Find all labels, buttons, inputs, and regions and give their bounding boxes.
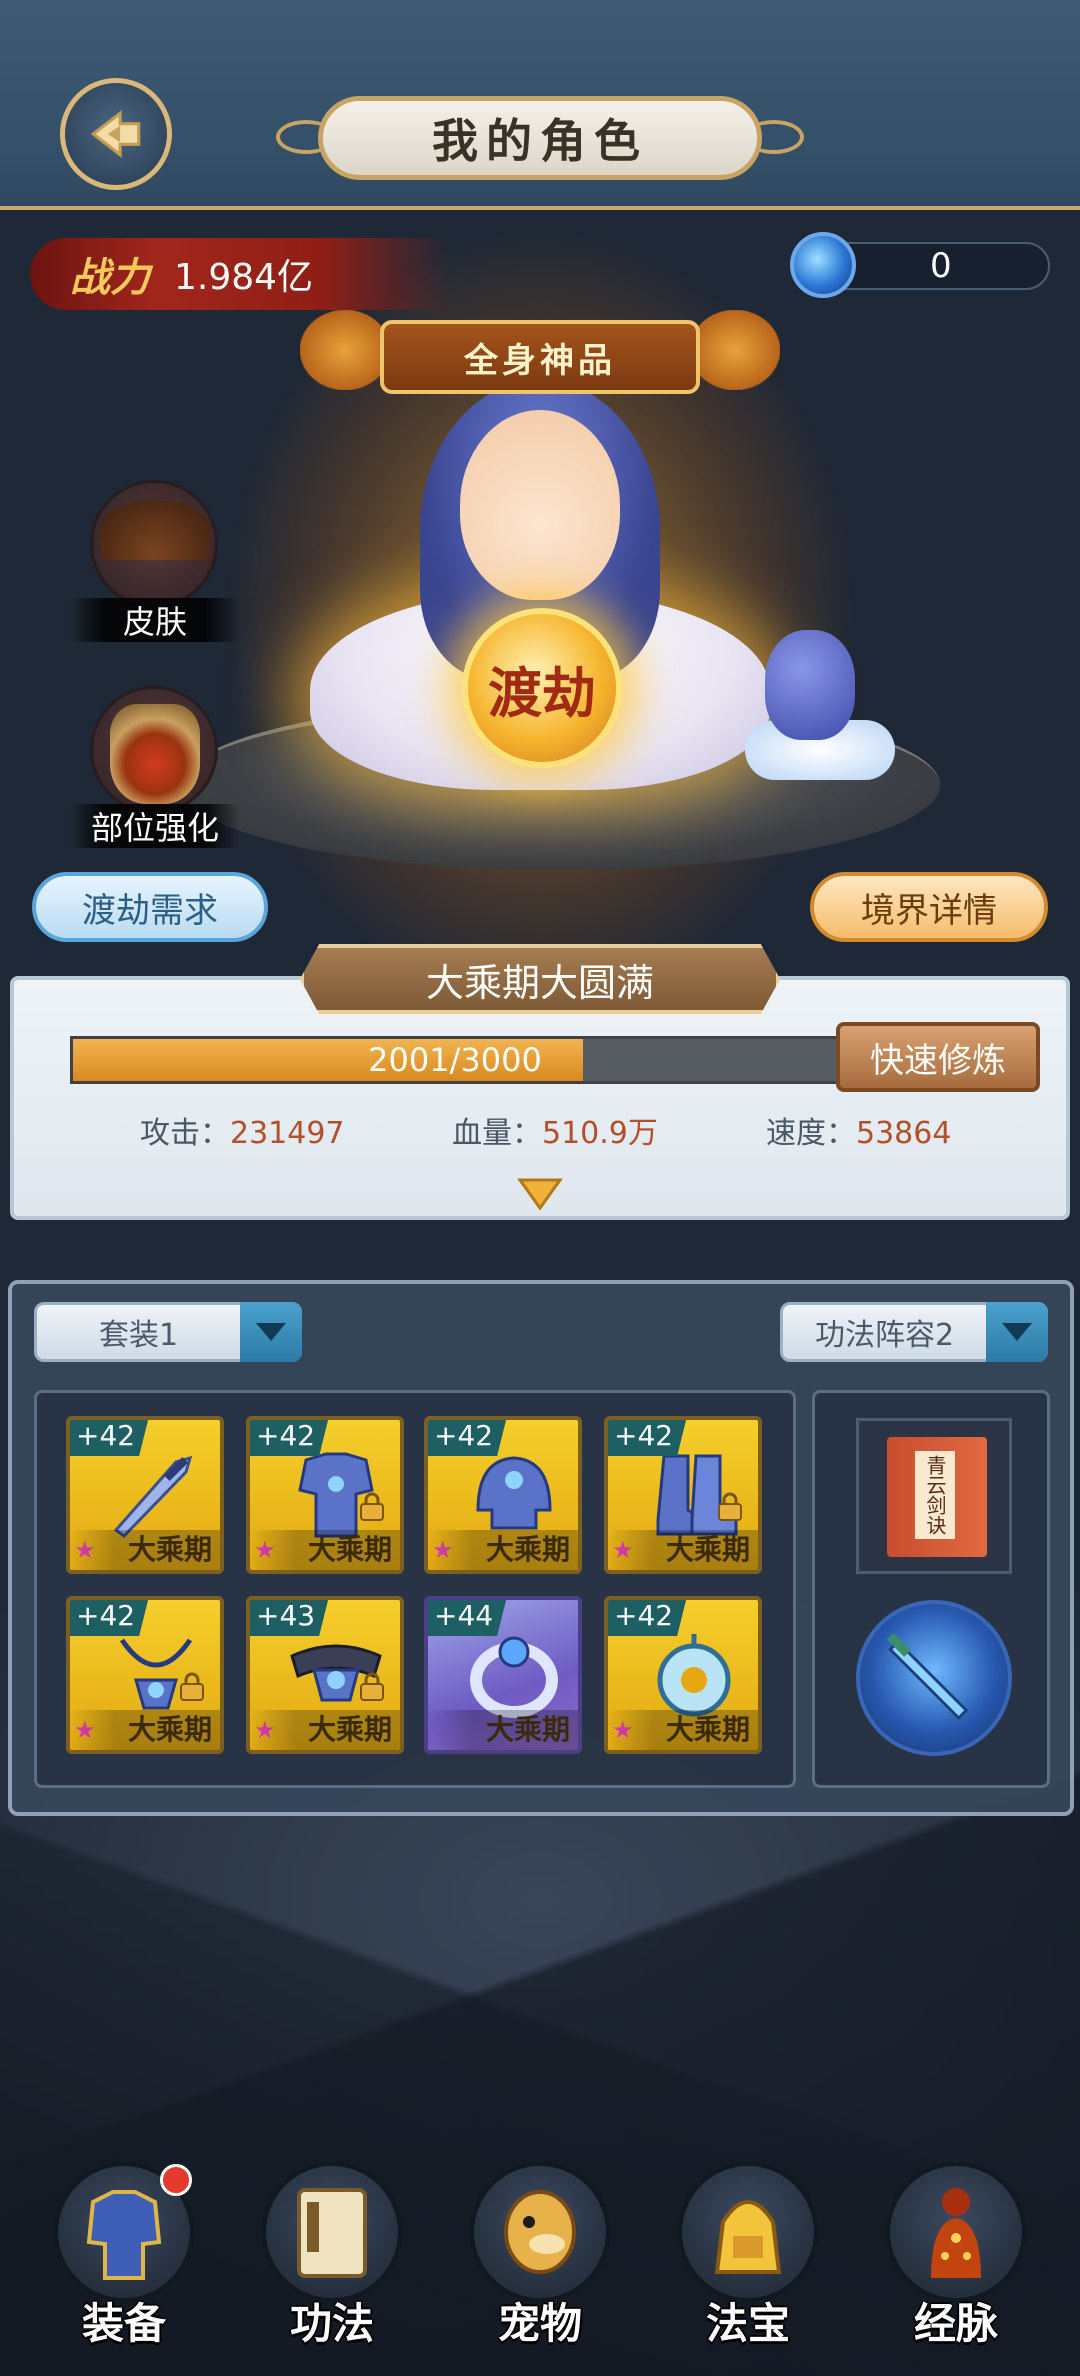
banner-wing-right (690, 310, 780, 390)
skill-book-title: 青云剑诀 (915, 1451, 955, 1539)
nav-skill-label: 功法 (289, 2299, 374, 2348)
flying-sword-slot[interactable] (856, 1600, 1012, 1756)
dragon-icon (765, 630, 855, 740)
set-select-value: 套装1 (98, 1318, 179, 1353)
slot-level: +42 (428, 1420, 508, 1456)
jade-pendant-icon (657, 1634, 731, 1717)
expand-down-icon[interactable] (517, 1176, 563, 1212)
slot-name: 大乘期 (250, 1710, 400, 1750)
chevron-down-icon (986, 1302, 1048, 1362)
pet-dragon[interactable] (745, 600, 895, 780)
skill-formation-value: 功法阵容2 (814, 1318, 955, 1353)
slot-level: +44 (428, 1600, 508, 1636)
chevron-down-icon (240, 1302, 302, 1362)
set-select[interactable]: 套装1 (34, 1302, 302, 1362)
realm-name: 大乘期大圆满 (300, 944, 780, 1014)
exp-progress-bar: 2001/3000 (70, 1036, 840, 1084)
sword-icon (113, 1455, 193, 1538)
slot-name: 大乘期 (608, 1530, 758, 1570)
character-face (460, 410, 620, 600)
speed-stat: 速度：53864 (766, 1108, 951, 1152)
lantern-icon (110, 704, 200, 804)
nav-treasure-label: 法宝 (705, 2299, 790, 2348)
skill-book-slot[interactable]: 青云剑诀 (856, 1418, 1012, 1574)
part-enhance-button[interactable]: 部位强化 (70, 686, 240, 856)
notification-badge (160, 2164, 192, 2196)
slot-name: 大乘期 (428, 1530, 578, 1570)
quick-cultivate-button[interactable]: 快速修炼 (836, 1022, 1040, 1092)
attack-stat: 攻击：231497 (140, 1108, 345, 1152)
ring-icon (470, 1636, 558, 1718)
attack-value: 231497 (230, 1116, 345, 1151)
helmet-icon (476, 1456, 552, 1530)
slot-name: 大乘期 (70, 1710, 220, 1750)
attack-label: 攻击： (140, 1116, 230, 1151)
slot-name: 大乘期 (608, 1710, 758, 1750)
nav-pet-label: 宠物 (497, 2299, 582, 2348)
exp-progress-text: 2001/3000 (368, 1041, 542, 1079)
combat-power: 战力 1.984亿 (30, 238, 450, 310)
flying-sword-icon (886, 1632, 969, 1720)
nav-treasure[interactable]: 法宝 (668, 2162, 828, 2362)
lock-icon (718, 1492, 742, 1521)
nav-pet[interactable]: 宠物 (460, 2162, 620, 2362)
slot-name: 大乘期 (428, 1710, 578, 1750)
equip-slot-belt[interactable]: +43 ★ 大乘期 (246, 1596, 404, 1754)
combat-power-value: 1.984亿 (174, 257, 314, 298)
slot-level: +42 (70, 1420, 150, 1456)
slot-level: +43 (250, 1600, 330, 1636)
nav-skill[interactable]: 功法 (252, 2162, 412, 2362)
page-title: 我的角色 (318, 96, 762, 180)
slot-level: +42 (608, 1600, 688, 1636)
part-enhance-label: 部位强化 (70, 804, 240, 848)
slot-level: +42 (70, 1600, 150, 1636)
hp-stat: 血量：510.9万 (452, 1108, 658, 1152)
equip-slot-weapon[interactable]: +42 ★ 大乘期 (66, 1416, 224, 1574)
slot-name: 大乘期 (250, 1530, 400, 1570)
tribulation-button[interactable]: 渡劫 (462, 608, 622, 768)
slot-level: +42 (250, 1420, 330, 1456)
equip-slot-armor[interactable]: +42 ★ 大乘期 (246, 1416, 404, 1574)
tribulation-requirement-button[interactable]: 渡劫需求 (32, 872, 268, 942)
realm-detail-button[interactable]: 境界详情 (810, 872, 1048, 942)
pet-icon (504, 2190, 576, 2274)
equip-slot-necklace[interactable]: +42 ★ 大乘期 (66, 1596, 224, 1754)
treasure-icon (714, 2200, 782, 2274)
nav-meridian[interactable]: 经脉 (876, 2162, 1036, 2362)
bamboo-hat-icon (100, 500, 210, 560)
lock-icon (360, 1492, 384, 1521)
hp-value: 510.9万 (542, 1116, 658, 1151)
skill-book-icon (297, 2188, 367, 2278)
speed-value: 53864 (856, 1116, 952, 1151)
skin-label: 皮肤 (70, 598, 240, 642)
equip-slot-ring[interactable]: +44 大乘期 (424, 1596, 582, 1754)
combat-power-label: 战力 (70, 254, 150, 301)
spirit-orb-icon[interactable] (790, 232, 856, 298)
lock-icon (180, 1672, 204, 1701)
currency-value: 0 (930, 246, 952, 286)
speed-label: 速度： (766, 1116, 856, 1151)
skill-formation-select[interactable]: 功法阵容2 (780, 1302, 1048, 1362)
slot-name: 大乘期 (70, 1530, 220, 1570)
nav-equipment[interactable]: 装备 (44, 2162, 204, 2362)
lock-icon (360, 1672, 384, 1701)
meridian-icon (931, 2188, 981, 2278)
banner-wing-left (300, 310, 390, 390)
skin-button[interactable]: 皮肤 (70, 480, 240, 650)
slot-level: +42 (608, 1420, 688, 1456)
nav-meridian-label: 经脉 (913, 2299, 998, 2348)
hp-label: 血量： (452, 1116, 542, 1151)
equip-slot-boots[interactable]: +42 ★ 大乘期 (604, 1416, 762, 1574)
back-button[interactable] (60, 78, 172, 190)
full-divine-banner: 全身神品 (380, 320, 700, 394)
back-arrow-icon (90, 110, 141, 158)
equip-slot-helmet[interactable]: +42 ★ 大乘期 (424, 1416, 582, 1574)
nav-equipment-label: 装备 (81, 2299, 166, 2348)
equip-slot-pendant[interactable]: +42 ★ 大乘期 (604, 1596, 762, 1754)
equipment-icon (86, 2190, 162, 2280)
